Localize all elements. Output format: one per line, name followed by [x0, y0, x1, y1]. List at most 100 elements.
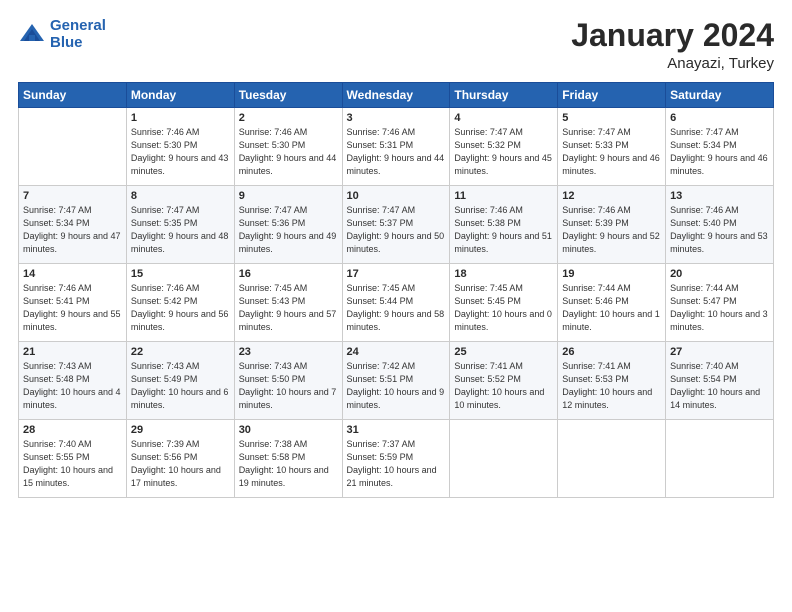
cell-info: Sunrise: 7:41 AMSunset: 5:53 PMDaylight:…: [562, 360, 661, 412]
calendar-cell: 26 Sunrise: 7:41 AMSunset: 5:53 PMDayligh…: [558, 342, 666, 420]
calendar-cell: 15 Sunrise: 7:46 AMSunset: 5:42 PMDayligh…: [126, 264, 234, 342]
day-number: 5: [562, 112, 661, 124]
calendar-cell: 25 Sunrise: 7:41 AMSunset: 5:52 PMDayligh…: [450, 342, 558, 420]
cell-info: Sunrise: 7:40 AMSunset: 5:55 PMDaylight:…: [23, 438, 122, 490]
logo-icon: [18, 21, 46, 49]
calendar-week-row: 28Sunrise: 7:40 AMSunset: 5:55 PMDayligh…: [19, 420, 774, 498]
cell-info: Sunrise: 7:47 AMSunset: 5:34 PMDaylight:…: [670, 126, 769, 178]
calendar-cell: 6Sunrise: 7:47 AMSunset: 5:34 PMDaylight…: [666, 108, 774, 186]
cell-info: Sunrise: 7:46 AMSunset: 5:30 PMDaylight:…: [131, 126, 230, 178]
day-number: 30: [239, 424, 338, 436]
calendar-cell: 8 Sunrise: 7:47 AMSunset: 5:35 PMDaylight…: [126, 186, 234, 264]
day-number: 29: [131, 424, 230, 436]
day-number: 15: [131, 268, 230, 280]
weekday-header-row: SundayMondayTuesdayWednesdayThursdayFrid…: [19, 83, 774, 108]
cell-info: Sunrise: 7:41 AMSunset: 5:52 PMDaylight:…: [454, 360, 553, 412]
calendar-cell: [558, 420, 666, 498]
day-number: 7: [23, 190, 122, 202]
cell-info: Sunrise: 7:37 AMSunset: 5:59 PMDaylight:…: [347, 438, 446, 490]
calendar-cell: 1Sunrise: 7:46 AMSunset: 5:30 PMDaylight…: [126, 108, 234, 186]
calendar-cell: 29Sunrise: 7:39 AMSunset: 5:56 PMDayligh…: [126, 420, 234, 498]
day-number: 16: [239, 268, 338, 280]
cell-info: Sunrise: 7:47 AMSunset: 5:35 PMDaylight:…: [131, 204, 230, 256]
calendar-cell: 13 Sunrise: 7:46 AMSunset: 5:40 PMDayligh…: [666, 186, 774, 264]
cell-info: Sunrise: 7:40 AMSunset: 5:54 PMDaylight:…: [670, 360, 769, 412]
cell-info: Sunrise: 7:46 AMSunset: 5:40 PMDaylight:…: [670, 204, 769, 256]
logo-line1: General: [50, 18, 106, 35]
day-number: 3: [347, 112, 446, 124]
weekday-header-monday: Monday: [126, 83, 234, 108]
calendar-week-row: 7 Sunrise: 7:47 AMSunset: 5:34 PMDaylight…: [19, 186, 774, 264]
cell-info: Sunrise: 7:45 AMSunset: 5:45 PMDaylight:…: [454, 282, 553, 334]
calendar-cell: 12 Sunrise: 7:46 AMSunset: 5:39 PMDayligh…: [558, 186, 666, 264]
calendar-cell: 20 Sunrise: 7:44 AMSunset: 5:47 PMDayligh…: [666, 264, 774, 342]
day-number: 13: [670, 190, 769, 202]
day-number: 18: [454, 268, 553, 280]
day-number: 8: [131, 190, 230, 202]
cell-info: Sunrise: 7:38 AMSunset: 5:58 PMDaylight:…: [239, 438, 338, 490]
calendar-cell: 18 Sunrise: 7:45 AMSunset: 5:45 PMDayligh…: [450, 264, 558, 342]
calendar-cell: 22 Sunrise: 7:43 AMSunset: 5:49 PMDayligh…: [126, 342, 234, 420]
header: General Blue January 2024 Anayazi, Turke…: [18, 18, 774, 72]
weekday-header-saturday: Saturday: [666, 83, 774, 108]
day-number: 11: [454, 190, 553, 202]
cell-info: Sunrise: 7:43 AMSunset: 5:49 PMDaylight:…: [131, 360, 230, 412]
calendar-cell: 5 Sunrise: 7:47 AMSunset: 5:33 PMDaylight…: [558, 108, 666, 186]
cell-info: Sunrise: 7:43 AMSunset: 5:50 PMDaylight:…: [239, 360, 338, 412]
cell-info: Sunrise: 7:46 AMSunset: 5:39 PMDaylight:…: [562, 204, 661, 256]
calendar-cell: 3 Sunrise: 7:46 AMSunset: 5:31 PMDaylight…: [342, 108, 450, 186]
page-subtitle: Anayazi, Turkey: [571, 55, 774, 72]
cell-info: Sunrise: 7:47 AMSunset: 5:36 PMDaylight:…: [239, 204, 338, 256]
cell-info: Sunrise: 7:46 AMSunset: 5:41 PMDaylight:…: [23, 282, 122, 334]
day-number: 2: [239, 112, 338, 124]
title-block: January 2024 Anayazi, Turkey: [571, 18, 774, 72]
page: General Blue January 2024 Anayazi, Turke…: [0, 0, 792, 612]
logo: General Blue: [18, 18, 106, 51]
calendar-cell: 31 Sunrise: 7:37 AMSunset: 5:59 PMDayligh…: [342, 420, 450, 498]
day-number: 4: [454, 112, 553, 124]
logo-text: General Blue: [50, 18, 106, 51]
cell-info: Sunrise: 7:47 AMSunset: 5:33 PMDaylight:…: [562, 126, 661, 178]
cell-info: Sunrise: 7:47 AMSunset: 5:32 PMDaylight:…: [454, 126, 553, 178]
calendar-week-row: 14Sunrise: 7:46 AMSunset: 5:41 PMDayligh…: [19, 264, 774, 342]
calendar-cell: 24Sunrise: 7:42 AMSunset: 5:51 PMDayligh…: [342, 342, 450, 420]
calendar-cell: 30 Sunrise: 7:38 AMSunset: 5:58 PMDayligh…: [234, 420, 342, 498]
page-title: January 2024: [571, 18, 774, 53]
day-number: 26: [562, 346, 661, 358]
calendar-cell: 27 Sunrise: 7:40 AMSunset: 5:54 PMDayligh…: [666, 342, 774, 420]
calendar-cell: 28Sunrise: 7:40 AMSunset: 5:55 PMDayligh…: [19, 420, 127, 498]
day-number: 19: [562, 268, 661, 280]
calendar-cell: 19 Sunrise: 7:44 AMSunset: 5:46 PMDayligh…: [558, 264, 666, 342]
cell-info: Sunrise: 7:44 AMSunset: 5:47 PMDaylight:…: [670, 282, 769, 334]
day-number: 31: [347, 424, 446, 436]
calendar-cell: 2 Sunrise: 7:46 AMSunset: 5:30 PMDaylight…: [234, 108, 342, 186]
weekday-header-wednesday: Wednesday: [342, 83, 450, 108]
day-number: 12: [562, 190, 661, 202]
calendar-cell: 21Sunrise: 7:43 AMSunset: 5:48 PMDayligh…: [19, 342, 127, 420]
cell-info: Sunrise: 7:47 AMSunset: 5:34 PMDaylight:…: [23, 204, 122, 256]
cell-info: Sunrise: 7:42 AMSunset: 5:51 PMDaylight:…: [347, 360, 446, 412]
day-number: 23: [239, 346, 338, 358]
cell-info: Sunrise: 7:44 AMSunset: 5:46 PMDaylight:…: [562, 282, 661, 334]
day-number: 17: [347, 268, 446, 280]
weekday-header-sunday: Sunday: [19, 83, 127, 108]
day-number: 20: [670, 268, 769, 280]
day-number: 22: [131, 346, 230, 358]
cell-info: Sunrise: 7:46 AMSunset: 5:30 PMDaylight:…: [239, 126, 338, 178]
calendar-week-row: 21Sunrise: 7:43 AMSunset: 5:48 PMDayligh…: [19, 342, 774, 420]
calendar-cell: [19, 108, 127, 186]
calendar-cell: 23 Sunrise: 7:43 AMSunset: 5:50 PMDayligh…: [234, 342, 342, 420]
calendar-cell: 14Sunrise: 7:46 AMSunset: 5:41 PMDayligh…: [19, 264, 127, 342]
calendar-cell: [450, 420, 558, 498]
calendar-cell: 16 Sunrise: 7:45 AMSunset: 5:43 PMDayligh…: [234, 264, 342, 342]
day-number: 10: [347, 190, 446, 202]
weekday-header-thursday: Thursday: [450, 83, 558, 108]
cell-info: Sunrise: 7:45 AMSunset: 5:43 PMDaylight:…: [239, 282, 338, 334]
calendar-cell: 9Sunrise: 7:47 AMSunset: 5:36 PMDaylight…: [234, 186, 342, 264]
weekday-header-friday: Friday: [558, 83, 666, 108]
day-number: 27: [670, 346, 769, 358]
cell-info: Sunrise: 7:46 AMSunset: 5:42 PMDaylight:…: [131, 282, 230, 334]
cell-info: Sunrise: 7:46 AMSunset: 5:31 PMDaylight:…: [347, 126, 446, 178]
day-number: 25: [454, 346, 553, 358]
cell-info: Sunrise: 7:47 AMSunset: 5:37 PMDaylight:…: [347, 204, 446, 256]
